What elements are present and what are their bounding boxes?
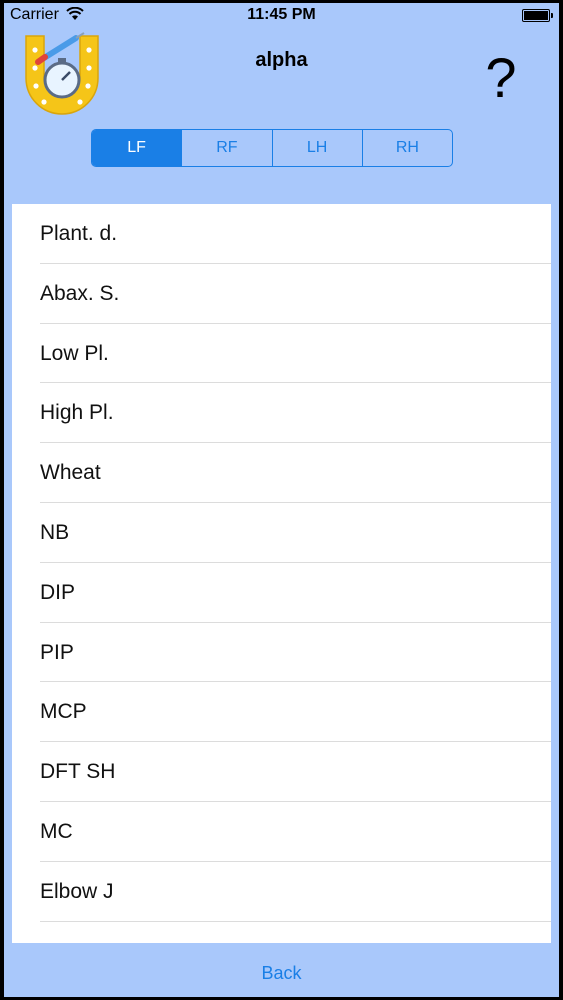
site-list: Plant. d. Abax. S. Low Pl. High Pl. Whea… [12,204,551,943]
list-item-label: NB [40,520,70,544]
list-item-label: Abax. S. [40,281,120,305]
segment-rh[interactable]: RH [361,130,452,166]
list-item-label: PIP [40,640,74,664]
list-item[interactable]: MC [12,802,551,862]
list-item[interactable]: NB [12,503,551,563]
list-item-label: MCP [40,700,87,724]
list-item[interactable]: PIP [12,623,551,683]
list-item-label: DFT SH [40,760,116,784]
battery-icon [522,9,550,22]
list-separator [40,920,551,922]
list-item-label: DIP [40,580,76,604]
list-item[interactable]: DFT SH [12,742,551,802]
leg-segmented-control: LF RF LH RH [91,129,453,167]
list-item[interactable]: DIP [12,563,551,623]
list-item[interactable]: Abax. S. [12,264,551,324]
segment-rf[interactable]: RF [181,130,271,166]
app-screen: Carrier 11:45 PM alpha ? LF RF LH RH Pla… [4,3,559,997]
list-item-label: Low Pl. [40,341,109,365]
help-button[interactable]: ? [474,43,528,113]
list-item-label: MC [40,819,73,843]
list-item[interactable]: Low Pl. [12,324,551,384]
list-item[interactable]: Plant. d. [12,204,551,264]
list-item[interactable]: Elbow J [12,862,551,922]
segment-lh[interactable]: LH [271,130,362,166]
list-item-label: Plant. d. [40,222,118,245]
battery-tip [551,13,553,18]
status-bar: Carrier 11:45 PM [4,3,559,27]
list-item-label: Wheat [40,461,101,485]
horseshoe-logo-icon [25,32,99,115]
back-button[interactable]: Back [4,963,559,984]
clock: 11:45 PM [247,6,316,23]
segment-lf[interactable]: LF [92,130,182,166]
list-item[interactable]: High Pl. [12,383,551,444]
list-item[interactable]: Wheat [12,443,551,503]
list-item-label: High Pl. [40,401,114,425]
list-item[interactable]: MCP [12,682,551,743]
list-item-label: Elbow J [40,879,114,903]
